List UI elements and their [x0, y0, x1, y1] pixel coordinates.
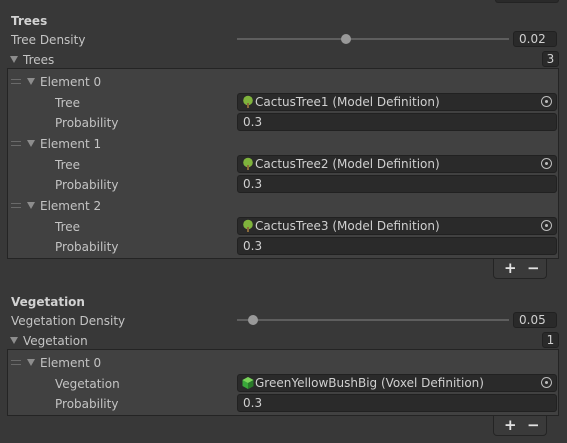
slider-track — [237, 319, 509, 321]
vegetation-density-field[interactable]: 0.05 — [513, 312, 557, 328]
vegetation-section-header: Vegetation — [11, 295, 85, 309]
foldout-triangle-icon[interactable] — [27, 140, 35, 147]
element-label: Element 2 — [40, 199, 102, 213]
drag-handle-icon[interactable] — [11, 360, 21, 365]
element-label: Element 0 — [40, 356, 102, 370]
foldout-triangle-icon[interactable] — [27, 359, 35, 366]
remove-element-button[interactable]: − — [527, 415, 540, 435]
trees-add-remove-bar: + − — [493, 259, 547, 279]
tree-object-field[interactable]: CactusTree1 (Model Definition) — [237, 93, 557, 111]
add-element-button[interactable]: + — [504, 415, 517, 435]
trees-count-field[interactable]: 3 — [542, 51, 559, 67]
drag-handle-icon[interactable] — [11, 203, 21, 208]
tree-icon — [243, 157, 253, 170]
drag-handle-icon[interactable] — [11, 79, 21, 84]
slider-thumb[interactable] — [248, 315, 259, 325]
probability-field[interactable]: 0.3 — [237, 113, 557, 131]
probability-field[interactable]: 0.3 — [237, 175, 557, 193]
slider-thumb[interactable] — [340, 34, 351, 44]
probability-label: Probability — [55, 240, 119, 254]
probability-label: Probability — [55, 116, 119, 130]
foldout-triangle-icon[interactable] — [10, 337, 18, 344]
foldout-triangle-icon[interactable] — [10, 56, 18, 63]
previous-field-edge — [495, 0, 559, 3]
foldout-triangle-icon[interactable] — [27, 78, 35, 85]
vegetation-add-remove-bar: + − — [493, 416, 547, 436]
add-element-button[interactable]: + — [504, 258, 517, 278]
foldout-triangle-icon[interactable] — [27, 202, 35, 209]
tree-icon — [243, 219, 253, 232]
object-picker-icon[interactable] — [541, 220, 552, 231]
tree-density-field[interactable]: 0.02 — [513, 31, 557, 47]
voxel-cube-icon — [242, 377, 254, 389]
tree-field-label: Tree — [55, 220, 81, 234]
tree-density-label: Tree Density — [11, 33, 86, 47]
vegetation-object-value: GreenYellowBushBig (Voxel Definition) — [255, 376, 484, 390]
probability-label: Probability — [55, 178, 119, 192]
tree-icon — [243, 95, 253, 108]
slider-track — [237, 38, 509, 40]
vegetation-density-label: Vegetation Density — [11, 314, 126, 328]
tree-field-label: Tree — [55, 96, 81, 110]
object-picker-icon[interactable] — [541, 96, 552, 107]
tree-object-value: CactusTree3 (Model Definition) — [255, 219, 440, 233]
tree-field-label: Tree — [55, 158, 81, 172]
vegetation-field-label: Vegetation — [55, 377, 120, 391]
element-label: Element 0 — [40, 75, 102, 89]
remove-element-button[interactable]: − — [527, 258, 540, 278]
trees-list-label[interactable]: Trees — [23, 53, 54, 67]
vegetation-count-field[interactable]: 1 — [542, 332, 559, 348]
object-picker-icon[interactable] — [541, 377, 552, 388]
tree-object-value: CactusTree2 (Model Definition) — [255, 157, 440, 171]
probability-label: Probability — [55, 397, 119, 411]
vegetation-object-field[interactable]: GreenYellowBushBig (Voxel Definition) — [237, 374, 557, 392]
tree-object-field[interactable]: CactusTree2 (Model Definition) — [237, 155, 557, 173]
drag-handle-icon[interactable] — [11, 141, 21, 146]
trees-section-header: Trees — [11, 14, 48, 28]
probability-field[interactable]: 0.3 — [237, 394, 557, 412]
tree-object-value: CactusTree1 (Model Definition) — [255, 95, 440, 109]
vegetation-list-label[interactable]: Vegetation — [23, 334, 88, 348]
object-picker-icon[interactable] — [541, 158, 552, 169]
tree-object-field[interactable]: CactusTree3 (Model Definition) — [237, 217, 557, 235]
element-label: Element 1 — [40, 137, 102, 151]
probability-field[interactable]: 0.3 — [237, 237, 557, 255]
